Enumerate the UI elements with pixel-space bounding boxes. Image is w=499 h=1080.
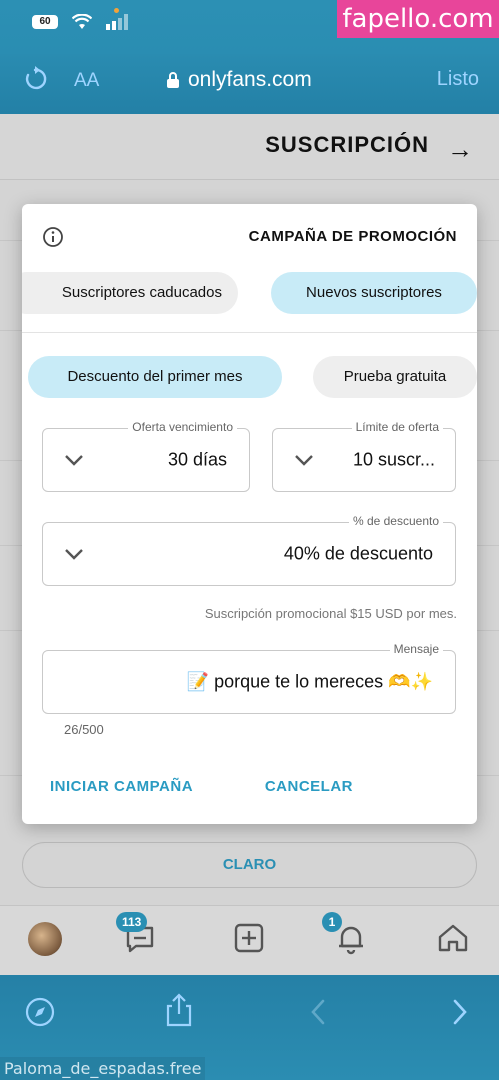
message-label: Mensaje [389,642,443,656]
offer-expiry-label: Oferta vencimiento [128,420,237,434]
offer-limit-value: 10 suscr... [352,449,435,470]
text-size-button[interactable]: AA [74,70,99,92]
page-title: SUSCRIPCIÓN [265,132,429,157]
message-value: 📝 porque te lo mereces 🫶✨ [186,671,433,692]
tab-expired-subscribers[interactable]: Suscriptores caducados [22,272,238,314]
add-post-icon[interactable] [229,918,269,958]
promotion-campaign-dialog: CAMPAÑA DE PROMOCIÓN Nuevos suscriptores… [22,204,477,824]
url-field[interactable]: onlyfans.com [166,68,312,92]
promo-price-hint: Suscripción promocional $15 USD por mes. [204,606,457,621]
done-button[interactable]: Listo [437,68,479,91]
message-input[interactable]: Mensaje 📝 porque te lo mereces 🫶✨ [42,642,456,714]
chevron-down-icon [65,549,83,560]
cancel-button[interactable]: CANCELAR [265,778,353,795]
discount-select[interactable]: % de descuento 40% de descuento [42,514,456,586]
compass-icon[interactable] [24,996,56,1028]
watermark-bottom: Paloma_de_espadas.free [0,1057,206,1080]
character-counter: 26/500 [64,722,104,737]
share-icon[interactable] [164,992,194,1028]
avatar[interactable] [28,922,62,956]
back-arrow-icon[interactable]: → [447,134,473,165]
battery-icon: 60 [32,15,58,29]
discount-value: 40% de descuento [283,543,433,564]
messages-badge: 113 [116,912,148,932]
dialog-title: CAMPAÑA DE PROMOCIÓN [248,228,457,245]
signal-icon [106,14,128,30]
forward-icon[interactable] [308,998,328,1026]
offer-limit-select[interactable]: Límite de oferta 10 suscr... [272,420,456,492]
offer-expiry-value: 30 días [167,449,227,470]
divider [22,332,477,333]
tab-new-subscribers[interactable]: Nuevos suscriptores [271,272,477,314]
back-icon[interactable] [450,998,470,1026]
offer-limit-label: Límite de oferta [351,420,443,434]
start-campaign-button[interactable]: INICIAR CAMPAÑA [50,778,193,795]
claro-button[interactable]: CLARO [22,842,477,888]
url-text: onlyfans.com [188,68,312,91]
tab-free-trial[interactable]: Prueba gratuita [313,356,477,398]
discount-label: % de descuento [348,514,443,528]
lock-icon [167,72,179,88]
home-icon[interactable] [433,918,473,958]
watermark-top: fapello.com [337,0,499,38]
chevron-down-icon [295,455,313,466]
chevron-down-icon [65,455,83,466]
tab-first-month-discount[interactable]: Descuento del primer mes [28,356,282,398]
offer-expiry-select[interactable]: Oferta vencimiento 30 días [42,420,250,492]
notifications-badge: 1 [322,912,342,932]
reload-icon[interactable] [22,66,48,92]
status-icons: 60 [32,14,128,30]
privacy-indicator-dot [114,8,119,13]
wifi-icon [72,14,92,29]
info-icon[interactable] [42,226,64,248]
